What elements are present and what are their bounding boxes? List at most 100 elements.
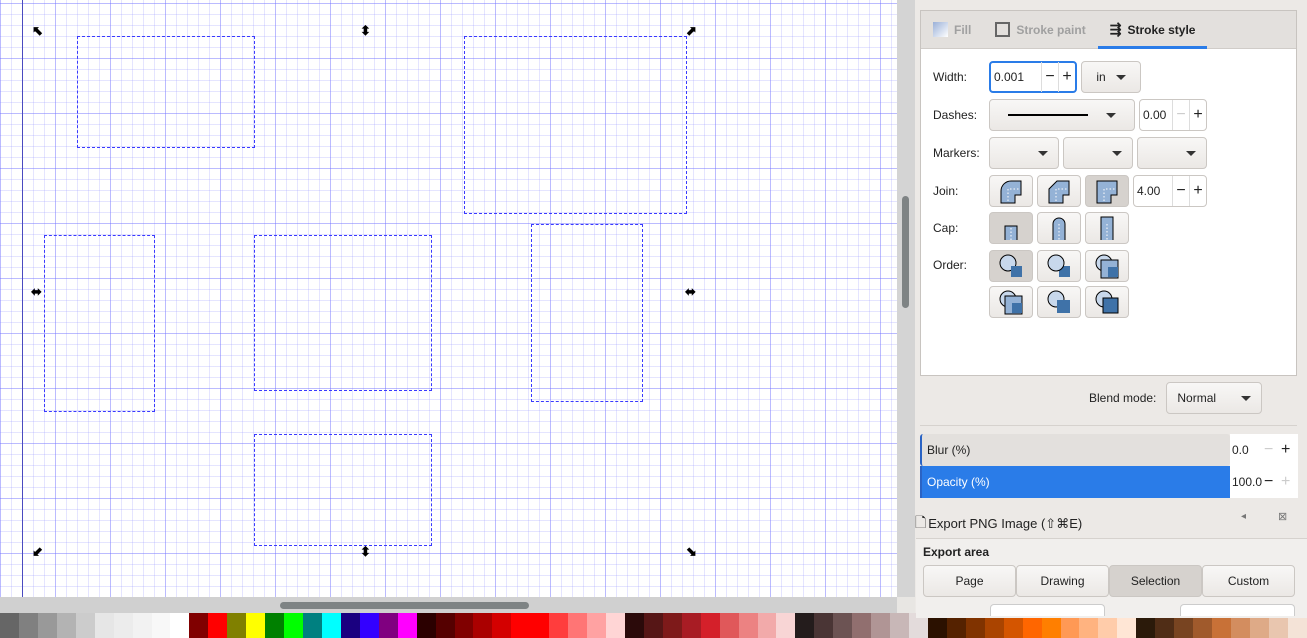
palette-swatch[interactable] bbox=[113, 613, 133, 638]
paint-order-button[interactable] bbox=[989, 286, 1033, 318]
palette-swatch[interactable] bbox=[435, 613, 455, 638]
palette-swatch[interactable] bbox=[511, 613, 531, 638]
resize-handle-se-icon[interactable]: ⬊ bbox=[686, 545, 697, 558]
palette-swatch[interactable] bbox=[643, 613, 663, 638]
resize-handle-nw-icon[interactable]: ⬉ bbox=[32, 24, 43, 37]
palette-swatch[interactable] bbox=[473, 613, 493, 638]
palette-swatch[interactable] bbox=[852, 613, 872, 638]
join-round-button[interactable] bbox=[989, 175, 1033, 207]
opacity-value[interactable]: 100.0 bbox=[1230, 475, 1264, 489]
selected-rect[interactable] bbox=[531, 224, 643, 402]
increment-button[interactable]: + bbox=[1189, 100, 1206, 130]
palette-swatch[interactable] bbox=[700, 613, 720, 638]
dashes-dropdown[interactable] bbox=[989, 99, 1135, 131]
cap-butt-button[interactable] bbox=[989, 212, 1033, 244]
tab-fill[interactable]: Fill bbox=[921, 11, 983, 49]
palette-swatch[interactable] bbox=[132, 613, 152, 638]
palette-swatch[interactable] bbox=[0, 613, 19, 638]
palette-swatch[interactable] bbox=[719, 613, 739, 638]
increment-button[interactable]: + bbox=[1281, 473, 1298, 491]
decrement-button[interactable]: − bbox=[1264, 473, 1281, 491]
miter-limit-value[interactable]: 4.00 bbox=[1134, 184, 1172, 198]
tab-stroke-paint[interactable]: Stroke paint bbox=[983, 11, 1097, 49]
palette-swatch[interactable] bbox=[378, 613, 398, 638]
palette-swatch[interactable] bbox=[94, 613, 114, 638]
palette-swatch[interactable] bbox=[227, 613, 247, 638]
palette-swatch[interactable] bbox=[151, 613, 171, 638]
cap-square-button[interactable] bbox=[1085, 212, 1129, 244]
opacity-input[interactable]: 100.0− + bbox=[1230, 466, 1298, 498]
palette-swatch[interactable] bbox=[37, 613, 57, 638]
selected-rect[interactable] bbox=[254, 434, 432, 546]
palette-swatch[interactable] bbox=[359, 613, 379, 638]
paint-order-button[interactable] bbox=[1085, 250, 1129, 282]
horizontal-scrollbar[interactable] bbox=[0, 597, 897, 613]
blur-input[interactable]: 0.0− + bbox=[1230, 434, 1298, 466]
palette-swatch[interactable] bbox=[776, 613, 796, 638]
dash-offset-input[interactable]: 0.00− + bbox=[1139, 99, 1207, 131]
palette-swatch[interactable] bbox=[681, 613, 701, 638]
palette-swatch[interactable] bbox=[303, 613, 322, 638]
scroll-thumb[interactable] bbox=[902, 196, 909, 308]
palette-swatch[interactable] bbox=[265, 613, 285, 638]
resize-handle-w-icon[interactable]: ⬌ bbox=[31, 285, 42, 298]
palette-swatch[interactable] bbox=[170, 613, 190, 638]
palette-swatch[interactable] bbox=[587, 613, 606, 638]
mid-marker-dropdown[interactable] bbox=[1063, 137, 1133, 169]
palette-swatch[interactable] bbox=[56, 613, 76, 638]
paint-order-button[interactable] bbox=[1085, 286, 1129, 318]
palette-swatch[interactable] bbox=[397, 613, 417, 638]
decrement-button[interactable]: − bbox=[1172, 176, 1189, 206]
blend-mode-dropdown[interactable]: Normal bbox=[1166, 382, 1263, 414]
paint-order-button[interactable] bbox=[1037, 250, 1081, 282]
scroll-thumb[interactable] bbox=[280, 602, 529, 609]
increment-button[interactable]: + bbox=[1189, 176, 1206, 206]
palette-swatch[interactable] bbox=[738, 613, 758, 638]
resize-handle-s-icon[interactable]: ⬍ bbox=[360, 545, 371, 558]
export-area-selection-button[interactable]: Selection bbox=[1109, 565, 1202, 597]
palette-swatch[interactable] bbox=[530, 613, 550, 638]
vertical-scrollbar[interactable] bbox=[897, 0, 915, 597]
blur-value[interactable]: 0.0 bbox=[1230, 443, 1264, 457]
palette-swatch[interactable] bbox=[757, 613, 777, 638]
end-marker-dropdown[interactable] bbox=[1137, 137, 1207, 169]
palette-swatch[interactable] bbox=[189, 613, 209, 638]
palette-swatch[interactable] bbox=[814, 613, 834, 638]
palette-swatch[interactable] bbox=[340, 613, 360, 638]
x1-input[interactable] bbox=[1180, 604, 1295, 616]
paint-order-button[interactable] bbox=[989, 250, 1033, 282]
selected-rect[interactable] bbox=[44, 235, 155, 412]
collapse-panel-icon[interactable]: ◂ bbox=[1241, 511, 1246, 522]
blur-slider[interactable]: Blur (%) bbox=[920, 434, 1230, 466]
palette-swatch[interactable] bbox=[284, 613, 303, 638]
palette-swatch[interactable] bbox=[321, 613, 341, 638]
resize-handle-ne-icon[interactable]: ⬈ bbox=[686, 24, 697, 37]
selected-rect[interactable] bbox=[77, 36, 255, 148]
paint-order-button[interactable] bbox=[1037, 286, 1081, 318]
palette-swatch[interactable] bbox=[416, 613, 436, 638]
palette-swatch[interactable] bbox=[18, 613, 38, 638]
resize-handle-e-icon[interactable]: ⬌ bbox=[685, 285, 696, 298]
palette-swatch[interactable] bbox=[795, 613, 815, 638]
export-area-page-button[interactable]: Page bbox=[923, 565, 1016, 597]
x0-input[interactable] bbox=[990, 604, 1105, 616]
decrement-button[interactable]: − bbox=[1041, 62, 1058, 92]
selected-rect[interactable] bbox=[254, 235, 432, 391]
decrement-button[interactable]: − bbox=[1264, 441, 1281, 459]
join-miter-button[interactable] bbox=[1085, 175, 1129, 207]
palette-swatch[interactable] bbox=[246, 613, 266, 638]
unit-dropdown[interactable]: in bbox=[1081, 61, 1141, 93]
export-area-custom-button[interactable]: Custom bbox=[1202, 565, 1295, 597]
close-panel-icon[interactable]: ⊠ bbox=[1278, 510, 1287, 523]
tab-stroke-style[interactable]: ⇶ Stroke style bbox=[1097, 11, 1208, 49]
increment-button[interactable]: + bbox=[1058, 62, 1075, 92]
palette-swatch[interactable] bbox=[833, 613, 853, 638]
miter-limit-input[interactable]: 4.00− + bbox=[1133, 175, 1207, 207]
join-bevel-button[interactable] bbox=[1037, 175, 1081, 207]
decrement-button[interactable]: − bbox=[1172, 100, 1189, 130]
palette-swatch[interactable] bbox=[606, 613, 625, 638]
palette-swatch[interactable] bbox=[75, 613, 95, 638]
drawing-canvas[interactable]: ⬉ ⬍ ⬈ ⬌ ⬌ ⬋ ⬍ ⬊ bbox=[0, 0, 897, 597]
width-value[interactable]: 0.001 bbox=[991, 70, 1041, 84]
increment-button[interactable]: + bbox=[1281, 441, 1298, 459]
